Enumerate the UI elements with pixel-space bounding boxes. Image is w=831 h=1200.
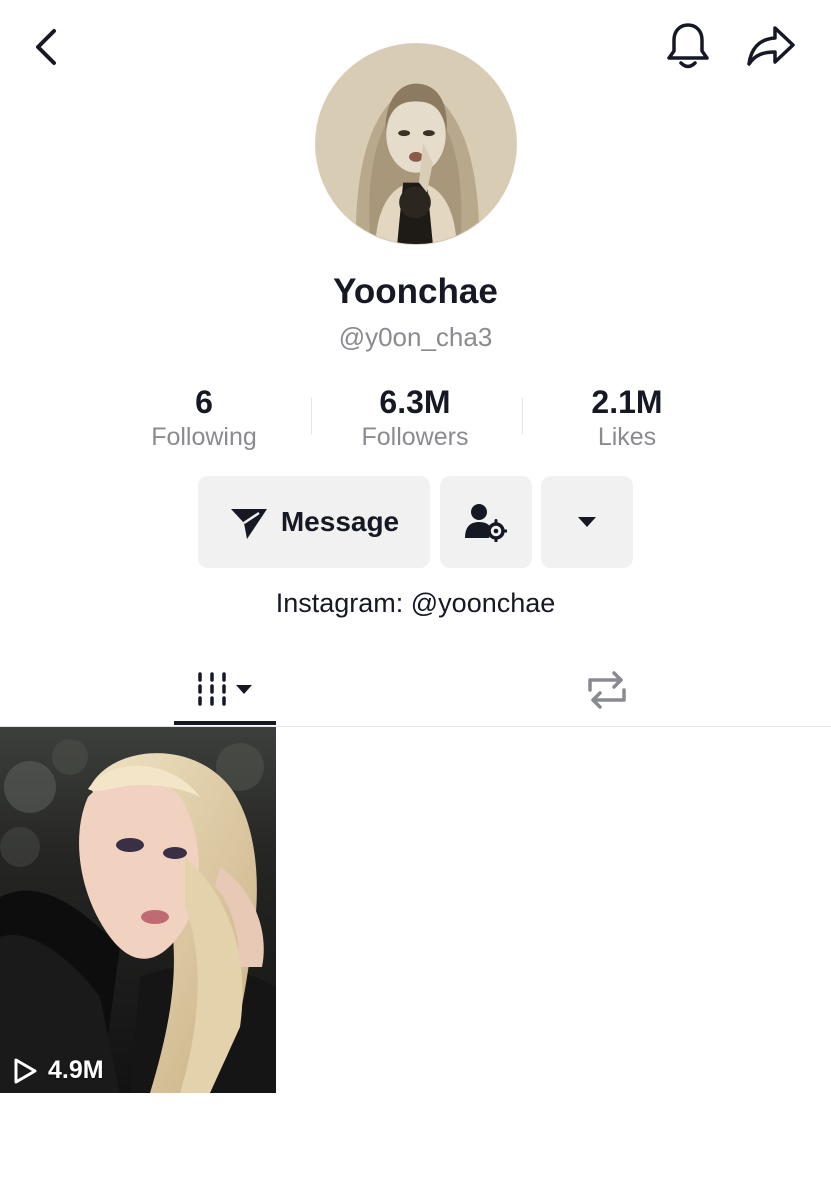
share-button[interactable]	[742, 18, 800, 74]
bell-icon	[667, 23, 709, 69]
caret-down-icon	[236, 685, 252, 694]
friend-settings-button[interactable]	[440, 476, 532, 568]
chevron-left-icon	[36, 29, 56, 65]
view-count-text: 4.9M	[48, 1056, 104, 1084]
followers-label: Followers	[361, 423, 469, 451]
profile-stats: 6 Following 6.3M Followers 2.1M Likes	[0, 382, 831, 462]
notifications-button[interactable]	[660, 18, 716, 74]
avatar-photo	[316, 44, 516, 244]
followers-count: 6.3M	[379, 384, 451, 420]
repost-icon	[588, 671, 626, 709]
play-outline-icon	[14, 1058, 37, 1083]
share-arrow-icon	[747, 26, 795, 66]
caret-down-icon	[578, 517, 596, 527]
stat-following[interactable]: 6 Following	[104, 382, 304, 454]
back-button[interactable]	[22, 22, 72, 72]
tab-reposts[interactable]	[555, 655, 659, 725]
profile-bio: Instagram: @yoonchae	[275, 588, 556, 618]
following-label: Following	[151, 423, 257, 451]
stats-divider	[522, 398, 523, 434]
video-thumbnail-image	[0, 727, 276, 1093]
stat-likes[interactable]: 2.1M Likes	[527, 382, 727, 454]
tab-videos[interactable]	[174, 655, 276, 725]
avatar[interactable]	[315, 43, 517, 245]
active-tab-indicator	[174, 721, 276, 725]
message-button-label: Message	[280, 506, 400, 537]
profile-page: Yoonchae @y0on_cha3 6 Following 6.3M Fol…	[0, 0, 831, 1200]
user-settings-icon	[465, 504, 507, 542]
view-count: 4.9M	[12, 1056, 104, 1085]
message-button[interactable]: Message	[198, 476, 430, 568]
following-count: 6	[195, 384, 213, 420]
username-handle: @y0on_cha3	[338, 322, 493, 352]
stat-followers[interactable]: 6.3M Followers	[315, 382, 515, 454]
likes-count: 2.1M	[591, 384, 663, 420]
stats-divider	[311, 398, 312, 434]
more-options-button[interactable]	[541, 476, 633, 568]
paper-plane-icon	[230, 509, 267, 539]
display-name: Yoonchae	[333, 272, 498, 311]
video-thumbnail[interactable]: 4.9M	[0, 727, 276, 1093]
grid-bars-icon	[198, 672, 252, 706]
likes-label: Likes	[597, 423, 657, 451]
